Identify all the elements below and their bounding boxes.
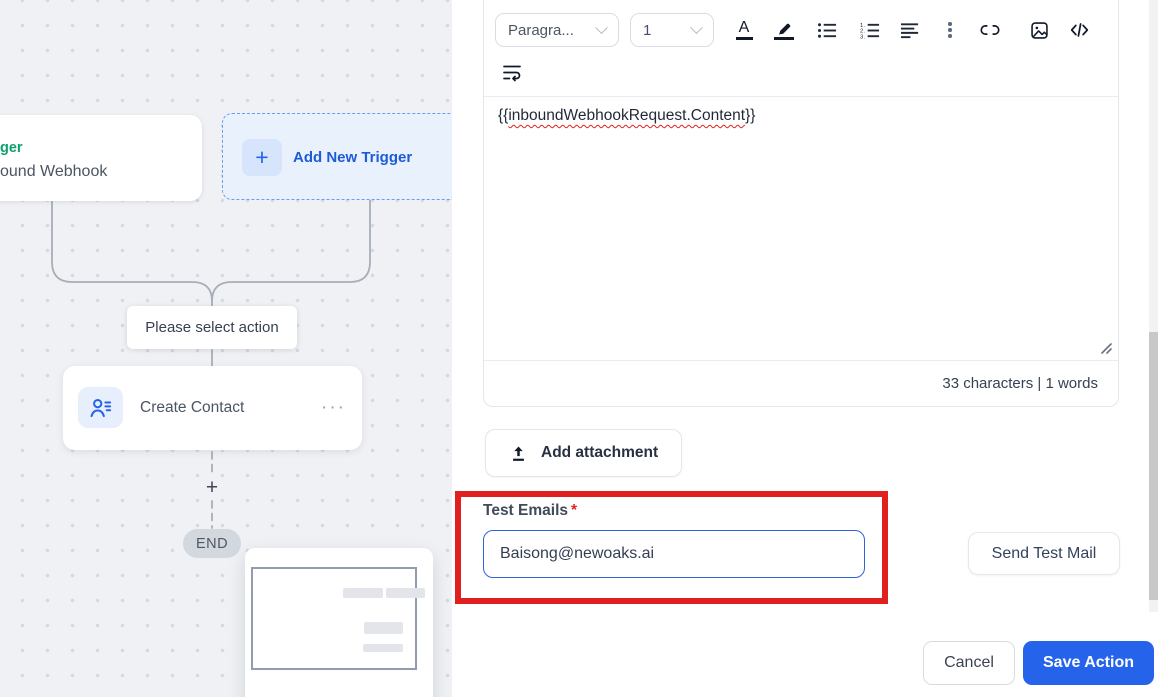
text-wrap-icon	[503, 65, 521, 82]
character-word-count: 33 characters | 1 words	[942, 374, 1098, 392]
minimap-card[interactable]	[245, 548, 433, 697]
send-test-mail-button[interactable]: Send Test Mail	[968, 532, 1120, 575]
create-contact-label: Create Contact	[140, 399, 245, 416]
workflow-action-screen: ger ound Webhook + Add New Trigger Pleas…	[0, 0, 1158, 697]
link-icon	[980, 25, 1000, 35]
text-wrap-button[interactable]	[495, 56, 529, 90]
create-contact-node[interactable]: Create Contact ···	[63, 366, 362, 450]
code-view-button[interactable]	[1062, 13, 1096, 47]
highlight-icon	[778, 23, 790, 35]
add-new-trigger-label: Add New Trigger	[293, 149, 413, 166]
numbered-list-button[interactable]: 1. 2. 3.	[853, 13, 887, 47]
add-attachment-button[interactable]: Add attachment	[485, 429, 683, 477]
align-button[interactable]	[893, 13, 927, 47]
rich-text-editor: Paragra... 1 A 1. 2. 3. {{inboundWebhook…	[483, 0, 1119, 407]
test-emails-label: Test Emails *	[483, 502, 578, 519]
upload-icon	[513, 445, 524, 461]
save-action-button[interactable]: Save Action	[1023, 641, 1154, 685]
chevron-down-icon	[595, 20, 608, 34]
font-size-dropdown[interactable]: 1	[630, 13, 714, 47]
align-icon	[900, 22, 918, 38]
required-asterisk: *	[571, 502, 578, 519]
paragraph-style-dropdown[interactable]: Paragra...	[495, 13, 619, 47]
node-menu-dots-icon[interactable]: ···	[321, 366, 346, 450]
scrollbar-thumb[interactable]	[1149, 332, 1158, 600]
merge-field-token: inboundWebhookRequest.Content	[508, 107, 746, 124]
scrollbar-track[interactable]	[1149, 0, 1158, 612]
text-color-button[interactable]: A	[727, 13, 761, 47]
editor-footer: 33 characters | 1 words	[484, 360, 1118, 405]
minimap-placeholder-bar	[343, 588, 383, 598]
more-options-icon	[948, 22, 952, 38]
workflow-canvas[interactable]: ger ound Webhook + Add New Trigger Pleas…	[0, 0, 452, 697]
email-body-text: {{inboundWebhookRequest.Content}}	[498, 107, 756, 124]
paragraph-style-value: Paragra...	[508, 21, 574, 39]
resize-handle-icon[interactable]	[1099, 341, 1112, 354]
insert-link-button[interactable]	[973, 13, 1007, 47]
image-icon	[1030, 21, 1048, 39]
font-size-value: 1	[643, 21, 652, 39]
trigger-type-label: ger	[0, 140, 23, 156]
select-action-text: Please select action	[145, 319, 279, 336]
minimap-placeholder-bar	[386, 588, 425, 598]
test-emails-input[interactable]	[483, 530, 865, 578]
more-options-button[interactable]	[933, 13, 967, 47]
bullet-list-icon	[817, 22, 836, 38]
add-step-plus-icon[interactable]: +	[202, 476, 222, 499]
plus-icon: +	[242, 139, 282, 176]
svg-text:3.: 3.	[860, 34, 865, 40]
minimap-placeholder-bar	[364, 622, 403, 634]
trigger-name-label: ound Webhook	[0, 163, 108, 180]
create-contact-icon	[90, 398, 111, 417]
insert-image-button[interactable]	[1022, 13, 1056, 47]
contact-icon-box	[78, 387, 123, 428]
chevron-down-icon	[690, 20, 703, 34]
trigger-node-inbound-webhook[interactable]: ger ound Webhook	[0, 115, 202, 201]
numbered-list-icon: 1.2.3.	[860, 22, 879, 40]
end-badge: END	[183, 529, 241, 558]
minimap-frame	[251, 567, 417, 670]
add-new-trigger-button[interactable]: + Add New Trigger	[222, 113, 452, 200]
add-attachment-label: Add attachment	[541, 444, 659, 461]
select-action-hint: Please select action	[127, 306, 297, 349]
code-icon	[1070, 23, 1088, 37]
editor-toolbar: Paragra... 1 A 1. 2. 3.	[484, 0, 1118, 97]
end-badge-text: END	[195, 535, 229, 552]
text-color-icon: A	[738, 19, 750, 36]
action-settings-panel: Paragra... 1 A 1. 2. 3. {{inboundWebhook…	[452, 0, 1158, 697]
bullet-list-button[interactable]	[810, 13, 844, 47]
editor-body[interactable]: {{inboundWebhookRequest.Content}}	[484, 97, 1118, 360]
highlight-button[interactable]	[767, 13, 801, 47]
minimap-placeholder-bar	[363, 644, 403, 652]
cancel-button[interactable]: Cancel	[923, 641, 1015, 685]
